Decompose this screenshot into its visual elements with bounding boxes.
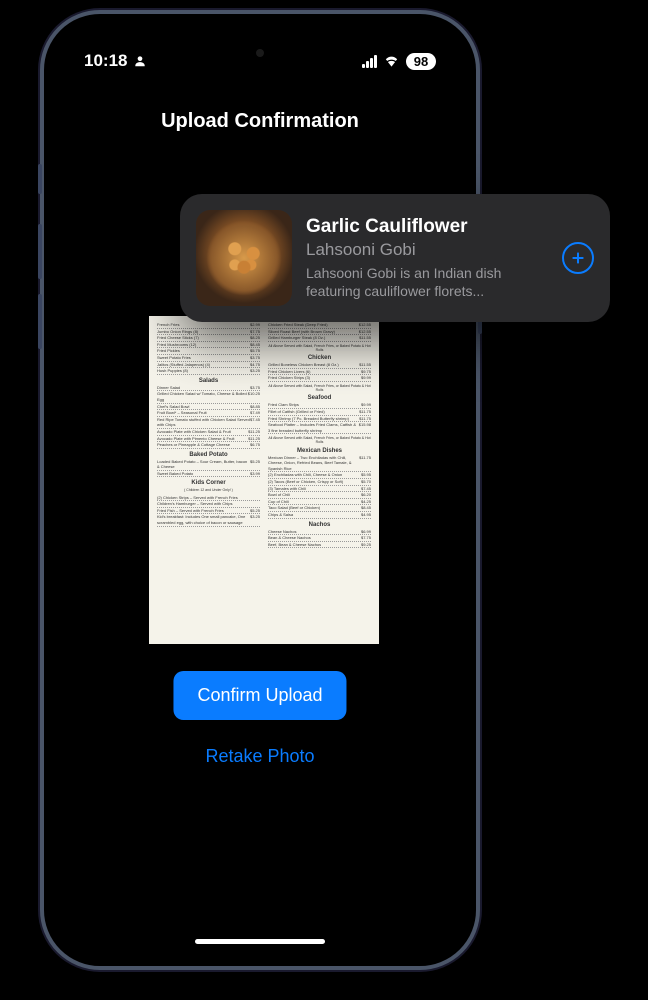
volume-up-button <box>38 224 42 279</box>
dish-title: Garlic Cauliflower <box>306 216 548 238</box>
person-icon <box>133 54 147 68</box>
dynamic-island <box>200 38 320 68</box>
plus-icon <box>570 250 586 266</box>
phone-frame: 10:18 98 Upload Confirmation French Frie… <box>40 10 480 970</box>
home-indicator[interactable] <box>195 939 325 944</box>
page-title: Upload Confirmation <box>56 110 464 133</box>
confirm-upload-button[interactable]: Confirm Upload <box>173 671 346 720</box>
dish-subtitle: Lahsooni Gobi <box>306 240 548 260</box>
phone-screen: 10:18 98 Upload Confirmation French Frie… <box>56 26 464 954</box>
uploaded-photo-preview: French Fries$2.99Jumbo Onion Rings (8)$7… <box>149 316 379 644</box>
dish-thumbnail <box>196 210 292 306</box>
add-dish-button[interactable] <box>562 242 594 274</box>
dish-description: Lahsooni Gobi is an Indian dish featurin… <box>306 264 548 300</box>
volume-down-button <box>38 294 42 349</box>
wifi-icon <box>383 55 400 67</box>
cellular-icon <box>362 55 377 68</box>
mute-switch <box>38 164 42 194</box>
battery-indicator: 98 <box>406 53 436 70</box>
status-time: 10:18 <box>84 51 127 71</box>
retake-photo-button[interactable]: Retake Photo <box>205 746 314 767</box>
dish-suggestion-card[interactable]: Garlic Cauliflower Lahsooni Gobi Lahsoon… <box>180 194 610 322</box>
